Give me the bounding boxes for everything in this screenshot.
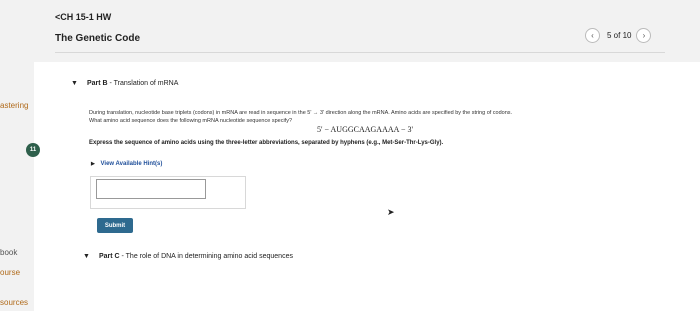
part-b-header[interactable]: ▼ Part B - Translation of mRNA [71,80,178,87]
caret-right-icon: ▶ [91,161,95,167]
pager-count: 5 of 10 [607,30,632,40]
mrna-sequence: 5' − AUGGCAAGAAAA − 3' [317,125,413,134]
answer-input[interactable] [96,179,206,199]
chevron-right-icon[interactable]: › [636,27,652,43]
pager: ‹ 5 of 10 › [585,27,652,43]
sidebar-item-mastering[interactable]: astering [0,101,28,110]
view-hints-label: View Available Hint(s) [100,161,163,167]
header-divider [55,52,665,53]
answer-instruction: Express the sequence of amino acids usin… [89,140,444,146]
mouse-cursor-icon: ➤ [387,207,395,217]
sidebar-item-resources[interactable]: sources [0,298,28,307]
part-c-title: - The role of DNA in determining amino a… [119,253,293,260]
sidebar-item-ebook[interactable]: book [0,248,17,257]
caret-down-icon: ▼ [83,253,90,260]
notification-badge: 11 [26,143,40,157]
sidebar-item-course[interactable]: ourse [0,268,20,277]
page-title: The Genetic Code [55,33,141,44]
part-c-label: Part C [98,253,120,260]
view-hints-toggle[interactable]: ▶ View Available Hint(s) [91,161,162,167]
chevron-left-icon[interactable]: ‹ [585,27,600,43]
part-b-label: Part B [86,80,108,87]
question-description: During translation, nucleotide base trip… [89,110,664,125]
submit-button[interactable]: Submit [97,218,133,233]
description-line-1: During translation, nucleotide base trip… [89,110,513,116]
description-line-2: What amino acid sequence does the follow… [89,117,293,124]
breadcrumb[interactable]: <CH 15-1 HW [55,12,111,22]
caret-down-icon: ▼ [71,80,78,87]
part-c-header[interactable]: ▼ Part C - The role of DNA in determinin… [83,253,293,260]
part-b-title: - Translation of mRNA [107,80,179,87]
